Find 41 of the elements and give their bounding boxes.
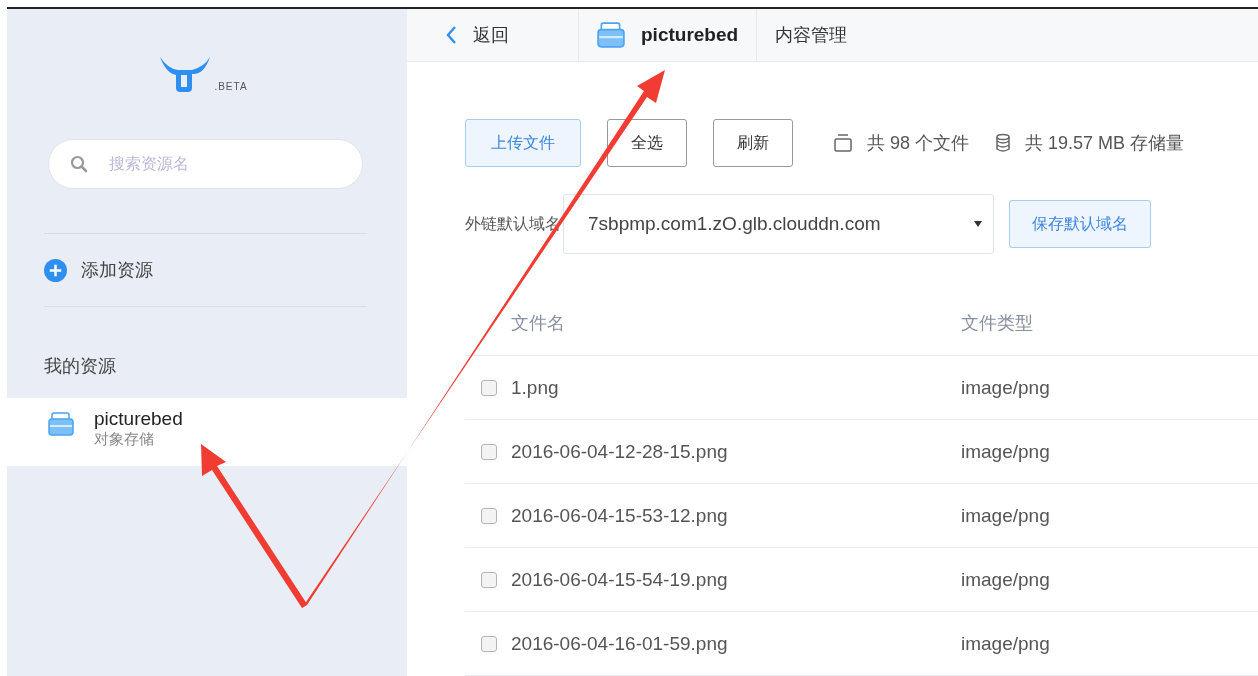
file-name-cell: 1.png: [511, 376, 559, 399]
search-icon: [70, 155, 88, 173]
column-header: 文件名: [511, 312, 565, 335]
resource-item[interactable]: picturebed 对象存储: [7, 398, 407, 466]
row-checkbox[interactable]: [481, 635, 497, 652]
file-type-cell: image/png: [961, 632, 1050, 655]
add-resource-link[interactable]: 添加资源: [7, 234, 407, 306]
back-link[interactable]: 返回: [407, 9, 579, 61]
toolbar-button[interactable]: 刷新: [713, 119, 793, 167]
logo-text: .BETA: [214, 81, 248, 92]
upload-button[interactable]: 上传文件: [465, 119, 581, 167]
save-domain-button[interactable]: 保存默认域名: [1009, 200, 1151, 248]
file-name-cell: 2016-06-04-15-53-12.png: [511, 504, 728, 527]
file-name-cell: 2016-06-04-15-54-19.png: [511, 568, 728, 591]
section-tab[interactable]: 内容管理: [775, 23, 848, 47]
file-type-cell: image/png: [961, 440, 1050, 463]
row-checkbox[interactable]: [481, 507, 497, 524]
section-title: 我的资源: [43, 355, 117, 378]
folder-icon: [48, 412, 74, 436]
resource-name: picturebed: [94, 408, 183, 430]
file-name-cell: 2016-06-04-16-01-59.png: [511, 632, 728, 655]
file-type-cell: image/png: [961, 568, 1050, 591]
row-checkbox[interactable]: [481, 443, 497, 460]
file-count: 共 98 个文件: [867, 132, 970, 155]
domain-select[interactable]: 7sbpmp.com1.zO.glb.clouddn.com: [563, 194, 994, 254]
storage-size: 共 19.57 MB 存储量: [1025, 132, 1185, 155]
files-icon: [833, 133, 853, 153]
row-checkbox[interactable]: [481, 379, 497, 396]
resource-type: 对象存储: [94, 430, 155, 449]
toolbar-button[interactable]: 全选: [607, 119, 687, 167]
folder-icon: [597, 22, 625, 48]
database-icon: [995, 133, 1012, 153]
plus-icon: [44, 258, 67, 282]
file-type-cell: image/png: [961, 376, 1050, 399]
row-checkbox[interactable]: [481, 571, 497, 588]
file-name-cell: 2016-06-04-12-28-15.png: [511, 440, 728, 463]
file-type-cell: image/png: [961, 504, 1050, 527]
dropdown-caret-icon: [973, 220, 983, 228]
search-field[interactable]: 搜索资源名: [48, 139, 363, 189]
column-header: 文件类型: [961, 312, 1033, 335]
bucket-name: picturebed: [641, 24, 739, 46]
